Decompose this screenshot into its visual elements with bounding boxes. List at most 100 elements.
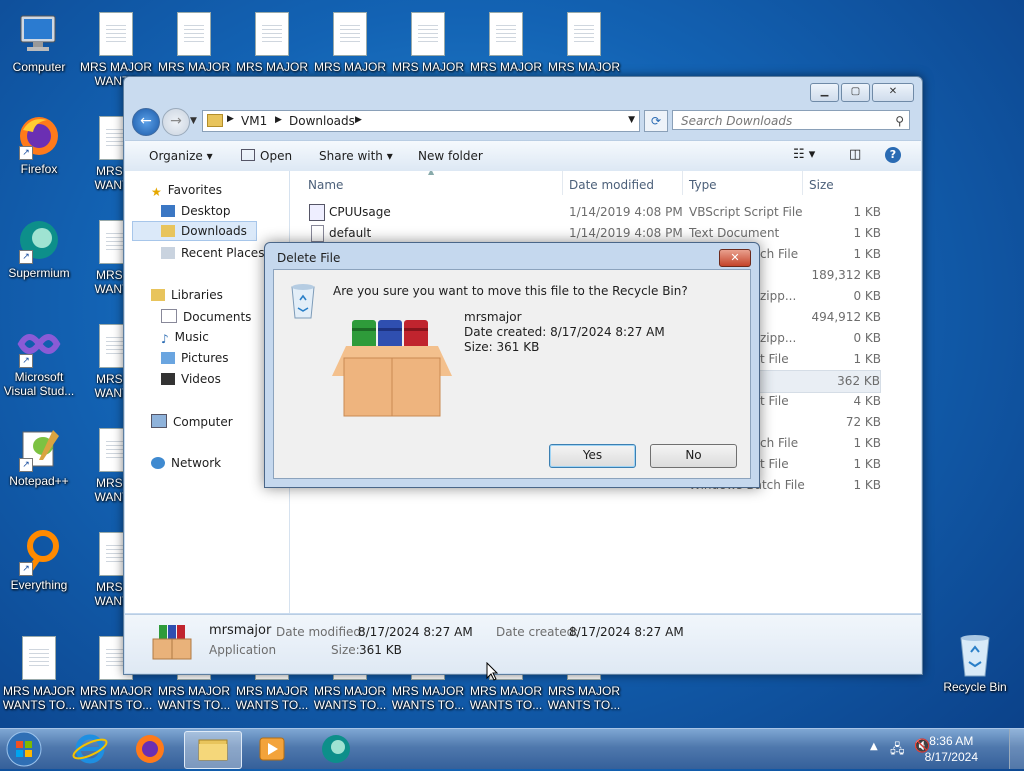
file-row[interactable]: default 1/14/2019 4:08 PM Text Document …: [290, 223, 921, 244]
taskbar-firefox[interactable]: [122, 731, 178, 767]
preview-pane-icon[interactable]: ◫: [849, 147, 861, 162]
folder-icon: [207, 114, 223, 127]
file-size: 362 KB: [837, 374, 880, 388]
details-size-label: Size:: [331, 643, 360, 657]
column-divider[interactable]: [682, 171, 683, 195]
file-size: 189,312 KB: [811, 268, 881, 282]
desktop-icon-label: Microsoft Visual Stud...: [3, 370, 75, 398]
desktop-icon-mrs-major[interactable]: MRS MAJOR: [546, 12, 622, 74]
address-bar[interactable]: ▶ VM1 ▶ Downloads ▶ ▼: [202, 110, 640, 132]
taskbar-media-player[interactable]: [244, 731, 300, 767]
nav-label: Downloads: [181, 224, 247, 238]
nav-desktop[interactable]: Desktop: [161, 204, 231, 218]
document-icon: [250, 12, 294, 58]
dialog-close-button[interactable]: ✕: [719, 249, 751, 267]
column-header-name[interactable]: Name: [308, 178, 343, 192]
nav-label: Computer: [173, 415, 233, 429]
breadcrumb-downloads[interactable]: Downloads: [289, 114, 355, 128]
column-divider[interactable]: [562, 171, 563, 195]
share-label: Share with: [319, 149, 383, 163]
desktop-icon-notepad-plus-plus[interactable]: ↗ Notepad++: [1, 426, 77, 488]
address-dropdown-icon[interactable]: ▼: [628, 115, 635, 125]
desktop-icon-supermium[interactable]: ↗ Supermium: [1, 218, 77, 280]
column-header-date[interactable]: Date modified: [569, 178, 654, 192]
open-button[interactable]: Open: [241, 149, 292, 163]
column-divider[interactable]: [802, 171, 803, 195]
nav-libraries[interactable]: Libraries: [151, 288, 223, 302]
details-date-modified: 8/17/2024 8:27 AM: [358, 625, 473, 639]
desktop-icon-mrs-major[interactable]: MRS MAJOR: [156, 12, 232, 74]
yes-button[interactable]: Yes: [549, 444, 636, 468]
minimize-button[interactable]: ▁: [810, 83, 839, 102]
taskbar-supermium[interactable]: [308, 731, 364, 767]
breadcrumb-separator-icon[interactable]: ▶: [275, 115, 282, 125]
videos-icon: [161, 373, 175, 385]
desktop-icon-everything[interactable]: ↗ Everything: [1, 530, 77, 592]
desktop-icon-computer[interactable]: Computer: [1, 12, 77, 74]
recent-pages-dropdown-icon[interactable]: ▼: [190, 116, 197, 126]
file-row[interactable]: CPUUsage 1/14/2019 4:08 PM VBScript Scri…: [290, 202, 921, 223]
nav-pictures[interactable]: Pictures: [161, 351, 229, 365]
recycle-bin-icon: [953, 632, 997, 678]
file-date: 1/14/2019 4:08 PM: [569, 226, 683, 240]
column-header-size[interactable]: Size: [809, 178, 834, 192]
nav-videos[interactable]: Videos: [161, 372, 221, 386]
desktop-icon-mrs-major[interactable]: MRS MAJOR: [468, 12, 544, 74]
nav-label: Libraries: [171, 288, 223, 302]
search-input[interactable]: Search Downloads ⚲: [672, 110, 910, 130]
desktop-folder-icon: [161, 205, 175, 217]
taskbar-file-explorer[interactable]: [184, 731, 242, 769]
file-type: VBScript Script File: [689, 205, 803, 219]
file-size: 1 KB: [853, 457, 881, 471]
desktop-icon-label: Firefox: [20, 162, 58, 176]
show-desktop-button[interactable]: [1009, 729, 1024, 769]
breadcrumb-vm1[interactable]: VM1: [241, 114, 267, 128]
taskbar-internet-explorer[interactable]: [62, 731, 118, 767]
organize-button[interactable]: Organize ▾: [149, 149, 213, 163]
nav-documents[interactable]: Documents: [161, 309, 251, 324]
nav-music[interactable]: ♪ Music: [161, 330, 209, 346]
refresh-button[interactable]: ⟳: [644, 110, 668, 132]
computer-icon: [17, 12, 61, 58]
share-with-button[interactable]: Share with ▾: [319, 149, 393, 163]
desktop-icon-mrs-major[interactable]: MRS MAJOR: [312, 12, 388, 74]
desktop-icon-mrs-major[interactable]: MRS MAJOR: [390, 12, 466, 74]
documents-icon: [161, 309, 177, 323]
maximize-button[interactable]: ▢: [841, 83, 870, 102]
nav-recent-places[interactable]: Recent Places: [161, 246, 264, 260]
desktop-icon-label: MRS MAJOR WANTS TO...: [313, 684, 387, 712]
nav-favorites[interactable]: ★ Favorites: [151, 183, 222, 199]
desktop-icon-label: MRS MAJOR WANTS TO...: [2, 684, 76, 712]
dialog-file-name: mrsmajor: [464, 310, 522, 324]
breadcrumb-separator-icon[interactable]: ▶: [227, 114, 234, 124]
document-icon: [406, 12, 450, 58]
show-hidden-icons-icon[interactable]: ▲: [870, 741, 878, 752]
search-icon[interactable]: ⚲: [895, 111, 904, 131]
desktop-icon-label: MRS MAJOR: [392, 60, 464, 74]
start-button[interactable]: [4, 730, 44, 768]
network-tray-icon[interactable]: 🖧: [890, 740, 905, 762]
shortcut-arrow-icon: ↗: [19, 354, 33, 368]
forward-button[interactable]: →: [162, 108, 190, 136]
system-clock[interactable]: 8:36 AM 8/17/2024: [925, 733, 978, 765]
desktop-icon-label: MRS MAJOR WANTS TO...: [79, 684, 153, 712]
nav-downloads[interactable]: Downloads: [132, 221, 257, 241]
nav-label: Favorites: [167, 183, 222, 197]
desktop-icon-mrs-major[interactable]: MRS MAJOR: [234, 12, 310, 74]
desktop-icon-mrs-major[interactable]: MRS MAJOR WANTS TO...: [1, 636, 77, 712]
nav-computer[interactable]: Computer: [151, 414, 233, 429]
view-options-icon[interactable]: ☷ ▾: [793, 147, 815, 162]
shortcut-arrow-icon: ↗: [19, 250, 33, 264]
back-button[interactable]: ←: [132, 108, 160, 136]
new-folder-button[interactable]: New folder: [418, 149, 483, 163]
desktop-icon-firefox[interactable]: ↗ Firefox: [1, 114, 77, 176]
desktop-icon-visual-studio[interactable]: ↗ Microsoft Visual Stud...: [1, 322, 77, 398]
help-icon[interactable]: ?: [885, 147, 901, 163]
desktop-icon-recycle-bin[interactable]: Recycle Bin: [937, 632, 1013, 694]
star-icon: ★: [151, 185, 162, 199]
close-button[interactable]: ✕: [872, 83, 914, 102]
nav-network[interactable]: Network: [151, 456, 221, 470]
column-header-type[interactable]: Type: [689, 178, 717, 192]
no-button[interactable]: No: [650, 444, 737, 468]
breadcrumb-separator-icon[interactable]: ▶: [355, 115, 362, 125]
